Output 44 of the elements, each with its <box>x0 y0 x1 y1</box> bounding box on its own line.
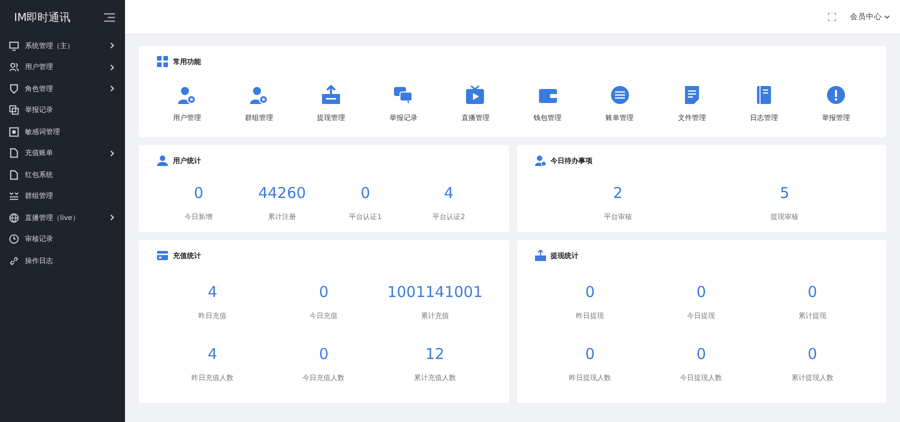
stat-value: 4 <box>208 283 218 301</box>
stat-value: 0 <box>318 345 329 363</box>
chat-icon <box>393 85 414 105</box>
tray-icon <box>321 85 342 105</box>
stat-value: 5 <box>780 184 790 202</box>
monitor-icon <box>9 40 19 51</box>
stat-value: 2 <box>613 184 623 202</box>
stat-value: 0 <box>696 345 706 363</box>
users-icon <box>9 62 19 72</box>
stat-value: 0 <box>194 184 204 202</box>
stat-value: 0 <box>585 283 595 301</box>
link-icon <box>9 256 19 266</box>
stat-value: 4 <box>444 184 454 202</box>
doc-icon <box>9 170 19 180</box>
stat-value: 0 <box>808 283 818 301</box>
tv-icon <box>465 85 486 105</box>
shield-icon <box>9 84 19 94</box>
stat-value: 0 <box>696 283 706 301</box>
user-icon <box>249 85 270 105</box>
menu-fold-icon[interactable] <box>104 13 115 22</box>
clock-icon <box>9 234 19 244</box>
stat-value: 12 <box>425 345 444 363</box>
list-icon <box>610 85 630 105</box>
globe-icon <box>9 212 19 223</box>
alert-icon <box>826 85 846 105</box>
user-icon <box>177 85 197 105</box>
caret-down-icon <box>884 15 890 19</box>
stat-value: 4 <box>208 345 218 363</box>
square-icon <box>9 126 19 137</box>
doc-icon <box>9 148 19 158</box>
user-icon <box>157 155 168 166</box>
app-title: IM即时通讯 <box>14 10 71 25</box>
tray-icon <box>534 250 546 261</box>
fullscreen-icon[interactable] <box>828 13 836 21</box>
stat-value: 0 <box>585 345 595 363</box>
stat-value: 0 <box>318 283 329 301</box>
stat-value: 1001141001 <box>387 283 483 301</box>
group-icon <box>9 191 19 202</box>
card-icon <box>157 250 168 261</box>
stat-value: 0 <box>360 184 370 202</box>
grid-icon <box>157 56 168 67</box>
stat-value: 44260 <box>258 184 306 202</box>
copy-icon <box>9 105 19 116</box>
stat-value: 0 <box>808 345 818 363</box>
